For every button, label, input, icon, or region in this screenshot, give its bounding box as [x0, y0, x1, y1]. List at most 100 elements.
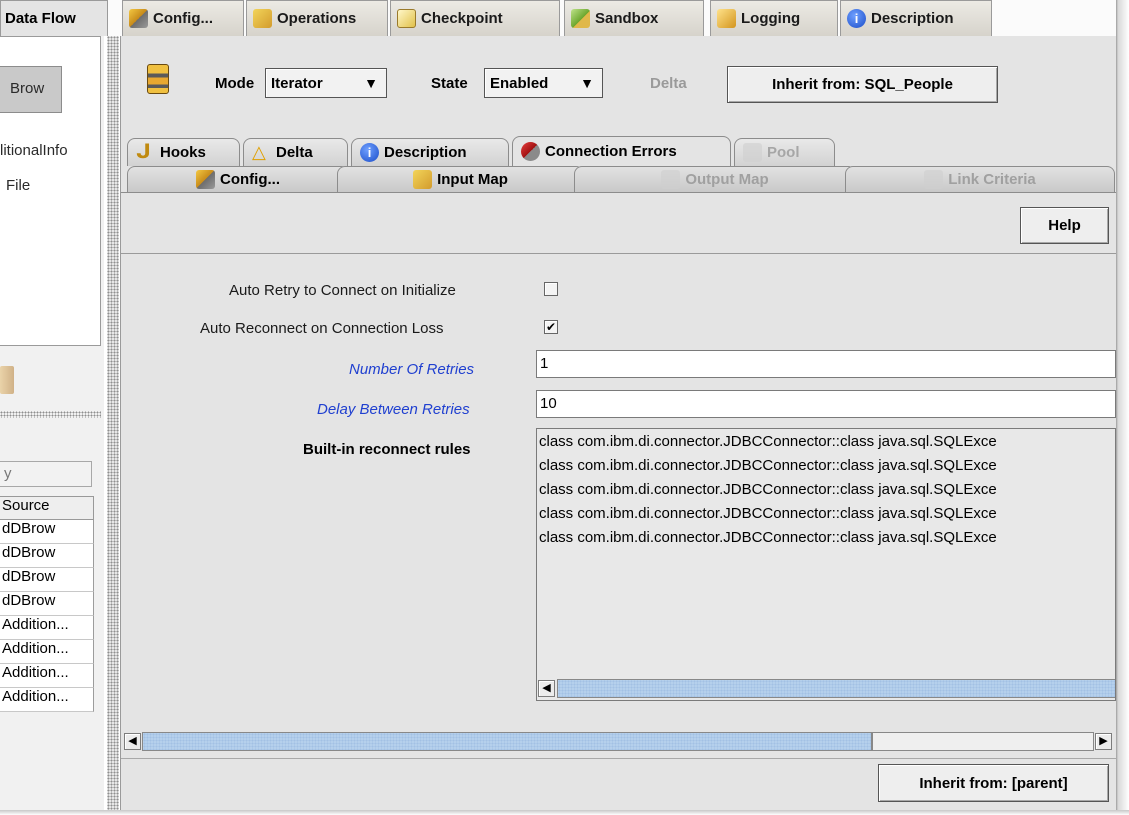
- tab-pool[interactable]: Pool: [734, 138, 835, 166]
- table-column-header[interactable]: Source: [0, 496, 94, 520]
- list-item[interactable]: class com.ibm.di.connector.JDBCConnector…: [539, 457, 997, 474]
- scroll-right-button[interactable]: ▶: [1095, 733, 1112, 750]
- tab-sandbox[interactable]: Sandbox: [564, 0, 704, 36]
- inherit-from-parent-button-label: Inherit from: [parent]: [919, 774, 1068, 792]
- list-item[interactable]: File: [6, 177, 30, 194]
- tab-hooks[interactable]: ᒍ Hooks: [127, 138, 240, 166]
- config-icon: [129, 9, 148, 28]
- info-icon: i: [847, 9, 866, 28]
- scroll-left-button[interactable]: ◀: [124, 733, 141, 750]
- table-row[interactable]: Addition...: [0, 688, 94, 712]
- number-of-retries-field[interactable]: 1: [536, 350, 1116, 378]
- reconnect-rules-list[interactable]: class com.ibm.di.connector.JDBCConnector…: [536, 428, 1116, 701]
- table-cell: dDBrow: [2, 568, 56, 585]
- rules-horizontal-scrollbar[interactable]: [557, 679, 1115, 698]
- table-cell: Addition...: [2, 640, 69, 657]
- tab-config[interactable]: Config...: [122, 0, 244, 36]
- table-row[interactable]: Addition...: [0, 616, 94, 640]
- table-cell: dDBrow: [2, 592, 56, 609]
- tab-pool-label: Pool: [767, 144, 800, 161]
- mode-select-value: Iterator: [271, 74, 323, 92]
- mode-label: Mode: [215, 75, 255, 92]
- selected-list-item[interactable]: Brow: [0, 66, 62, 113]
- connector-icon: [147, 64, 169, 94]
- auto-reconnect-checkbox[interactable]: ✔: [544, 320, 558, 334]
- link-criteria-icon: [924, 170, 944, 189]
- chevron-down-icon: ▼: [364, 75, 378, 91]
- tab-config-sub[interactable]: Config...: [127, 166, 349, 192]
- tab-logging-label: Logging: [741, 10, 801, 27]
- tab-operations[interactable]: Operations: [246, 0, 388, 36]
- broken-plug-icon: [521, 142, 540, 161]
- window-bottom-edge: [0, 810, 1129, 815]
- table-row[interactable]: dDBrow: [0, 520, 94, 544]
- delay-between-retries-field[interactable]: 10: [536, 390, 1116, 418]
- help-button[interactable]: Help: [1020, 207, 1109, 244]
- table-row[interactable]: dDBrow: [0, 568, 94, 592]
- tab-output-map[interactable]: Output Map: [574, 166, 856, 192]
- table-header-partial-label: y: [4, 465, 12, 482]
- auto-retry-label: Auto Retry to Connect on Initialize: [229, 282, 456, 299]
- tab-logging[interactable]: Logging: [710, 0, 838, 36]
- tab-sandbox-label: Sandbox: [595, 10, 659, 27]
- tab-checkpoint[interactable]: Checkpoint: [390, 0, 560, 36]
- tab-config-label: Config...: [153, 10, 213, 27]
- tab-link-criteria[interactable]: Link Criteria: [845, 166, 1115, 192]
- tab-hooks-label: Hooks: [160, 144, 206, 161]
- tab-connection-errors[interactable]: Connection Errors: [512, 136, 731, 166]
- pencil-icon: [0, 366, 14, 394]
- inherit-from-button[interactable]: Inherit from: SQL_People: [727, 66, 998, 103]
- footer-divider: [121, 758, 1116, 759]
- table-row[interactable]: Addition...: [0, 640, 94, 664]
- inherit-from-button-label: Inherit from: SQL_People: [772, 76, 953, 93]
- inherit-from-parent-button[interactable]: Inherit from: [parent]: [878, 764, 1109, 802]
- input-map-icon: [413, 170, 433, 189]
- tab-data-flow[interactable]: Data Flow: [0, 0, 108, 36]
- tab-description-sub-label: Description: [384, 144, 467, 161]
- table-column-header-label: Source: [2, 497, 50, 514]
- section-divider: [121, 253, 1116, 254]
- operations-icon: [253, 9, 272, 28]
- tab-description-sub[interactable]: i Description: [351, 138, 509, 166]
- state-select[interactable]: Enabled ▼: [484, 68, 603, 98]
- warning-triangle-icon: △: [252, 142, 266, 162]
- table-row[interactable]: Addition...: [0, 664, 94, 688]
- list-item[interactable]: class com.ibm.di.connector.JDBCConnector…: [539, 529, 997, 546]
- tab-operations-label: Operations: [277, 10, 357, 27]
- table-row[interactable]: dDBrow: [0, 544, 94, 568]
- main-horizontal-scrollbar[interactable]: [142, 732, 872, 751]
- info-icon: i: [360, 143, 379, 162]
- splitter-grip-horizontal[interactable]: [0, 411, 101, 418]
- tab-link-criteria-label: Link Criteria: [948, 171, 1036, 188]
- table-row[interactable]: dDBrow: [0, 592, 94, 616]
- tab-description[interactable]: i Description: [840, 0, 992, 36]
- tab-input-map[interactable]: Input Map: [337, 166, 584, 192]
- list-item[interactable]: class com.ibm.di.connector.JDBCConnector…: [539, 481, 997, 498]
- tab-data-flow-label: Data Flow: [5, 10, 76, 27]
- output-map-icon: [661, 170, 681, 189]
- mode-select[interactable]: Iterator ▼: [265, 68, 387, 98]
- auto-reconnect-label: Auto Reconnect on Connection Loss: [200, 320, 444, 337]
- auto-retry-checkbox[interactable]: [544, 282, 558, 296]
- reconnect-rules-label: Built-in reconnect rules: [303, 441, 471, 458]
- list-item[interactable]: class com.ibm.di.connector.JDBCConnector…: [539, 505, 997, 522]
- tab-delta[interactable]: △ Delta: [243, 138, 348, 166]
- state-select-value: Enabled: [490, 74, 549, 92]
- scroll-left-button[interactable]: ◀: [538, 680, 555, 697]
- scrollbar-empty-track[interactable]: [872, 732, 1094, 751]
- number-of-retries-label: Number Of Retries: [349, 361, 475, 378]
- sandbox-icon: [571, 9, 590, 28]
- splitter-grip-vertical[interactable]: [107, 36, 119, 815]
- checkpoint-icon: [397, 9, 416, 28]
- list-item[interactable]: litionalInfo: [0, 142, 68, 159]
- tab-output-map-label: Output Map: [685, 171, 769, 188]
- selected-list-item-label: Brow: [10, 80, 45, 97]
- window-edge: [1116, 0, 1129, 815]
- tab-checkpoint-label: Checkpoint: [421, 10, 503, 27]
- data-table: Source dDBrow dDBrow dDBrow dDBrow Addit…: [0, 490, 96, 712]
- table-cell: dDBrow: [2, 520, 56, 537]
- tab-content-frame: [121, 192, 1116, 193]
- config-icon: [196, 170, 215, 189]
- logging-icon: [717, 9, 736, 28]
- list-item[interactable]: class com.ibm.di.connector.JDBCConnector…: [539, 433, 997, 450]
